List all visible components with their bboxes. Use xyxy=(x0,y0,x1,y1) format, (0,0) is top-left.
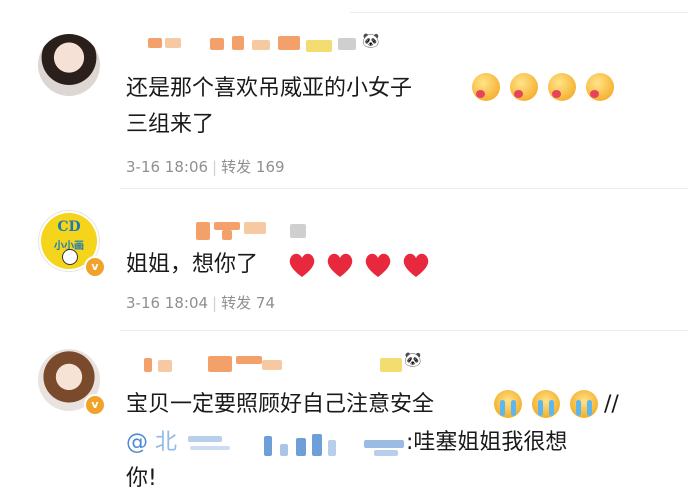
avatar[interactable] xyxy=(38,34,100,96)
username-blurred[interactable] xyxy=(236,356,262,364)
heart-icon xyxy=(289,253,315,277)
heart-icon xyxy=(403,253,429,277)
post-text: 宝贝一定要照顾好自己注意安全 xyxy=(126,392,435,417)
repost-count: 169 xyxy=(255,158,285,176)
post-meta: 3-16 18:06 | 转发 169 xyxy=(126,158,285,176)
verified-badge-icon: v xyxy=(84,394,106,416)
mention-name: 北 xyxy=(155,430,178,455)
repost-button[interactable]: 转发 xyxy=(221,158,251,176)
bear-icon xyxy=(62,249,78,265)
username-blurred[interactable] xyxy=(262,360,282,370)
username-blurred[interactable] xyxy=(222,230,232,240)
post-text-line2: 三组来了 xyxy=(126,112,215,137)
username-blurred[interactable] xyxy=(252,40,270,50)
panda-icon: 🐼 xyxy=(362,33,380,49)
mention-link[interactable]: @ 北 xyxy=(126,430,177,456)
mention-blurred[interactable] xyxy=(374,450,398,456)
mention-blurred[interactable] xyxy=(364,440,404,448)
username-blurred[interactable] xyxy=(165,38,181,48)
kiss-emoji-icon xyxy=(586,73,614,101)
post-text: 还是那个喜欢吊威亚的小女子 xyxy=(126,76,413,101)
mention-blurred[interactable] xyxy=(190,446,230,450)
username-blurred[interactable] xyxy=(338,38,356,50)
post-text: 姐姐，想你了 xyxy=(126,252,259,277)
username-blurred[interactable] xyxy=(208,356,232,372)
username-blurred[interactable] xyxy=(380,358,402,372)
crying-emoji-icon xyxy=(532,390,560,418)
username-blurred[interactable] xyxy=(148,38,162,48)
username-blurred[interactable] xyxy=(144,358,152,372)
mention-prefix: @ xyxy=(126,430,148,455)
username-blurred[interactable] xyxy=(306,40,332,52)
username-blurred[interactable] xyxy=(196,222,210,240)
repost-count: 74 xyxy=(255,294,275,312)
panda-icon: 🐼 xyxy=(404,352,422,368)
mention-blurred[interactable] xyxy=(280,444,288,456)
crying-emoji-icon xyxy=(494,390,522,418)
username-blurred[interactable] xyxy=(244,222,266,234)
timestamp: 3-16 18:06 xyxy=(126,158,209,176)
post-meta: 3-16 18:04 | 转发 74 xyxy=(126,294,275,312)
username-blurred[interactable] xyxy=(210,38,224,50)
divider xyxy=(350,12,688,13)
repost-slashes: // xyxy=(604,392,619,417)
repost-button[interactable]: 转发 xyxy=(221,294,251,312)
mention-blurred[interactable] xyxy=(188,436,222,442)
username-blurred[interactable] xyxy=(290,224,306,238)
quoted-text: :哇塞姐姐我很想 xyxy=(406,430,568,455)
quoted-text-line2: 你! xyxy=(126,466,157,491)
mention-blurred[interactable] xyxy=(328,440,336,456)
mention-blurred[interactable] xyxy=(296,438,306,456)
kiss-emoji-icon xyxy=(510,73,538,101)
username-blurred[interactable] xyxy=(158,360,172,372)
username-blurred[interactable] xyxy=(214,222,240,230)
avatar-text: CD xyxy=(57,219,81,235)
kiss-emoji-icon xyxy=(548,73,576,101)
mention-blurred[interactable] xyxy=(312,434,322,456)
timestamp: 3-16 18:04 xyxy=(126,294,209,312)
username-blurred[interactable] xyxy=(232,36,244,50)
divider xyxy=(120,330,688,331)
crying-emoji-icon xyxy=(570,390,598,418)
mention-blurred[interactable] xyxy=(264,436,272,456)
divider xyxy=(120,188,688,189)
heart-icon xyxy=(365,253,391,277)
username-blurred[interactable] xyxy=(278,36,300,50)
verified-badge-icon: v xyxy=(84,256,106,278)
kiss-emoji-icon xyxy=(472,73,500,101)
heart-icon xyxy=(327,253,353,277)
